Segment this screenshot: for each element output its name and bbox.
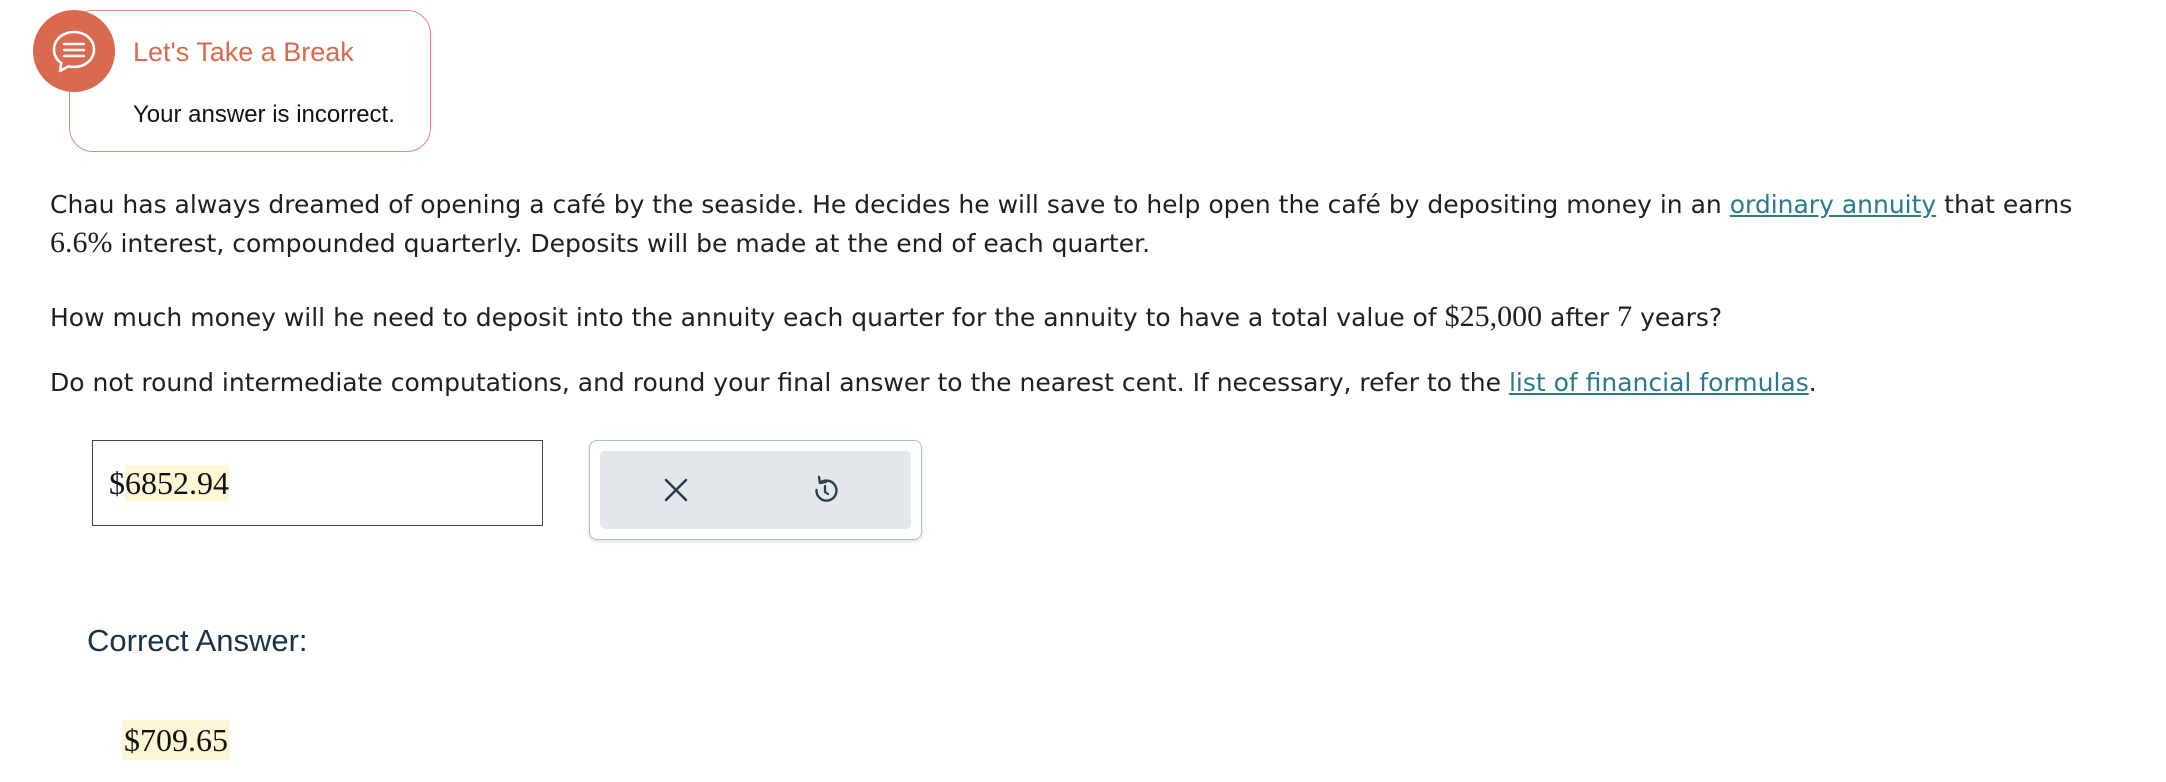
correct-answer-label: Correct Answer:: [87, 623, 308, 658]
years-value: 7: [1617, 300, 1633, 333]
currency-symbol: $: [109, 464, 125, 501]
clear-button[interactable]: [626, 451, 726, 529]
question-text: years?: [1632, 303, 1723, 332]
close-icon: [664, 478, 688, 502]
financial-formulas-link[interactable]: list of financial formulas: [1509, 368, 1809, 397]
question-text: How much money will he need to deposit i…: [50, 303, 1445, 332]
answer-number: 6852.94: [125, 464, 229, 501]
question-text: after: [1542, 303, 1618, 332]
feedback-box: [69, 10, 431, 152]
feedback-message: Your answer is incorrect.: [133, 101, 395, 128]
problem-text: interest, compounded quarterly. Deposits…: [112, 229, 1151, 258]
problem-statement: Chau has always dreamed of opening a caf…: [50, 186, 2130, 263]
ordinary-annuity-link[interactable]: ordinary annuity: [1730, 190, 1937, 219]
answer-tools-panel: [589, 440, 922, 540]
problem-text: Chau has always dreamed of opening a caf…: [50, 190, 1730, 219]
answer-input[interactable]: $6852.94: [92, 440, 543, 526]
problem-text: that earns: [1936, 190, 2073, 219]
chat-bubble-icon: [33, 10, 115, 92]
problem-question: How much money will he need to deposit i…: [50, 298, 2130, 337]
undo-button[interactable]: [775, 451, 875, 529]
correct-answer-value: $709.65: [122, 720, 230, 760]
problem-instructions: Do not round intermediate computations, …: [50, 364, 2130, 402]
undo-icon: [815, 475, 838, 502]
feedback-title: Let's Take a Break: [133, 37, 354, 67]
instructions-text: .: [1808, 368, 1817, 397]
instructions-text: Do not round intermediate computations, …: [50, 368, 1509, 397]
answer-tools-bar: [600, 451, 911, 529]
target-value: $25,000: [1444, 300, 1543, 333]
interest-rate: 6.6%: [50, 226, 113, 259]
answer-value: $6852.94: [109, 464, 229, 502]
